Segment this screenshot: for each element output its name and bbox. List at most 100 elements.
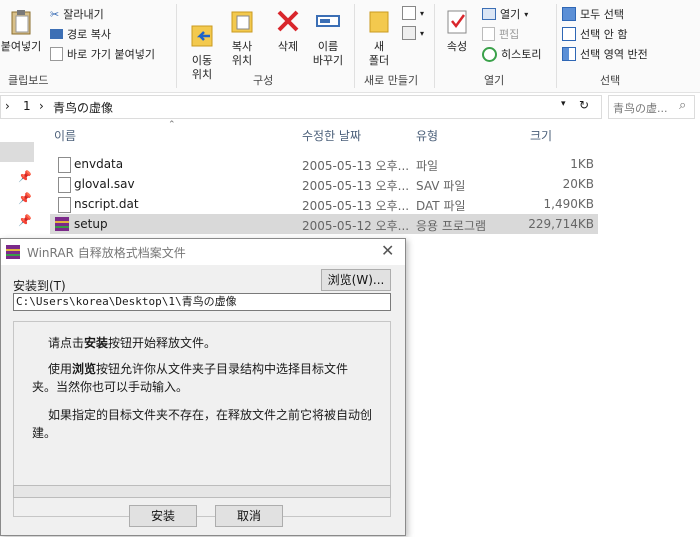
edit-icon	[482, 27, 495, 41]
refresh-icon[interactable]: ↻	[579, 98, 589, 112]
column-size[interactable]: 크기	[530, 127, 552, 144]
file-icon	[58, 177, 71, 193]
file-icon	[58, 197, 71, 213]
progress-bar	[13, 485, 391, 498]
breadcrumb-1[interactable]: 1	[23, 99, 31, 113]
file-row[interactable]: nscript.dat 2005-05-13 오후... DAT 파일 1,49…	[50, 194, 598, 214]
search-box[interactable]: 青鸟の虚... ⌕	[608, 95, 695, 119]
open-button[interactable]: 열기 ▾	[482, 6, 528, 22]
paste-button[interactable]: 붙여넣기	[0, 8, 42, 54]
column-modified[interactable]: 수정한 날짜	[302, 127, 361, 144]
file-type: SAV 파일	[416, 179, 466, 193]
history-button[interactable]: 히스토리	[482, 46, 541, 62]
chevron-right-icon: ›	[5, 99, 10, 113]
dropdown-icon: ▾	[420, 28, 425, 38]
easy-access-icon	[402, 26, 416, 40]
ribbon: 붙여넣기 ✂ 잘라내기 경로 복사 바로 가기 붙여넣기 클립보드 이동 위치 …	[0, 0, 700, 93]
paste-shortcut-label: 바로 가기 붙여넣기	[67, 48, 155, 61]
instruction-text: 按钮开始释放文件。	[108, 336, 217, 350]
open-icon	[482, 8, 496, 20]
instruction-bold: 安装	[84, 336, 109, 350]
select-none-icon	[562, 27, 576, 41]
column-type[interactable]: 유형	[416, 127, 438, 144]
easy-access-button[interactable]: ▾	[402, 26, 424, 40]
file-modified: 2005-05-13 오후...	[302, 159, 410, 173]
dropdown-icon: ▾	[524, 9, 529, 19]
open-label: 열기	[500, 8, 521, 21]
file-type: 응용 프로그램	[416, 219, 487, 233]
organize-group-label: 구성	[253, 74, 274, 87]
file-modified: 2005-05-13 오후...	[302, 179, 410, 193]
invert-selection-icon	[562, 47, 576, 61]
paste-shortcut-icon	[50, 47, 63, 61]
cut-label: 잘라내기	[63, 8, 104, 21]
select-all-button[interactable]: 모두 선택	[562, 6, 624, 22]
file-size: 1,490KB	[543, 197, 594, 211]
browse-button[interactable]: 浏览(W)...	[321, 269, 391, 291]
navigation-pane: 📌 📌 📌	[0, 122, 40, 242]
properties-check-icon	[447, 10, 467, 34]
separator	[556, 4, 557, 88]
install-path-input[interactable]: C:\Users\korea\Desktop\1\青鸟の虚像	[13, 293, 391, 311]
new-folder-label: 새 폴더	[368, 40, 390, 67]
file-row-selected[interactable]: setup 2005-05-12 오후... 응용 프로그램 229,714KB	[50, 214, 598, 234]
history-icon	[482, 46, 497, 62]
instruction-line-2: 使用浏览按钮允许你从文件夹子目录结构中选择目标文件夹。当然你也可以手动输入。	[32, 360, 372, 396]
file-modified: 2005-05-13 오후...	[302, 199, 410, 213]
move-folder-icon	[191, 25, 213, 47]
instruction-text: 请点击	[48, 336, 85, 350]
clipboard-icon	[11, 10, 31, 35]
dialog-title: WinRAR 自释放格式档案文件	[27, 246, 186, 260]
new-item-button[interactable]: ▾	[402, 6, 424, 20]
file-size: 229,714KB	[528, 217, 594, 231]
new-folder-icon	[369, 11, 389, 33]
paste-label: 붙여넣기	[0, 40, 42, 53]
delete-button[interactable]: 삭제	[270, 6, 306, 54]
copy-path-label: 경로 복사	[67, 28, 111, 41]
file-icon	[58, 157, 71, 173]
file-modified: 2005-05-12 오후...	[302, 219, 410, 233]
nav-selected-item[interactable]	[0, 142, 34, 162]
new-folder-button[interactable]: 새 폴더	[364, 6, 394, 68]
column-name[interactable]: 이름	[54, 127, 76, 144]
file-row[interactable]: gloval.sav 2005-05-13 오후... SAV 파일 20KB	[50, 174, 598, 194]
new-item-icon	[402, 6, 416, 20]
paste-shortcut-button[interactable]: 바로 가기 붙여넣기	[50, 46, 155, 62]
move-to-button[interactable]: 이동 위치	[182, 6, 222, 96]
copy-to-label: 복사 위치	[231, 40, 253, 67]
instruction-line-3: 如果指定的目标文件夹不存在，在释放文件之前它将被自动创建。	[32, 408, 373, 440]
chevron-right-icon: ›	[39, 99, 44, 113]
rename-label: 이름 바꾸기	[312, 40, 344, 67]
select-all-icon	[562, 7, 576, 21]
properties-button[interactable]: 속성	[440, 6, 474, 54]
edit-button[interactable]: 편집	[482, 26, 519, 42]
clipboard-group-label: 클립보드	[8, 74, 49, 87]
move-to-label: 이동 위치	[191, 54, 213, 81]
close-icon[interactable]: ✕	[381, 241, 394, 260]
separator	[354, 4, 355, 88]
select-none-label: 선택 안 함	[580, 28, 628, 41]
pin-icon[interactable]: 📌	[18, 214, 32, 227]
dropdown-icon: ▾	[420, 8, 425, 18]
rename-button[interactable]: 이름 바꾸기	[308, 6, 348, 68]
pin-icon[interactable]: 📌	[18, 170, 32, 183]
invert-selection-button[interactable]: 선택 영역 반전	[562, 46, 648, 62]
address-bar[interactable]: › 1 › 青鸟の虚像 ▾ ↻	[0, 95, 602, 119]
cut-button[interactable]: ✂ 잘라내기	[50, 6, 104, 22]
file-row[interactable]: envdata 2005-05-13 오후... 파일 1KB	[50, 154, 598, 174]
search-placeholder: 青鸟の虚...	[613, 102, 668, 115]
pin-icon[interactable]: 📌	[18, 192, 32, 205]
winrar-icon	[6, 245, 20, 259]
copy-path-button[interactable]: 경로 복사	[50, 26, 111, 42]
select-none-button[interactable]: 선택 안 함	[562, 26, 627, 42]
file-type: DAT 파일	[416, 199, 466, 213]
install-to-label: 安装到(T)	[13, 279, 66, 293]
rename-icon	[316, 15, 340, 27]
invert-selection-label: 선택 영역 반전	[580, 48, 648, 61]
dialog-titlebar[interactable]: WinRAR 自释放格式档案文件 ✕	[1, 239, 405, 265]
breadcrumb-folder[interactable]: 青鸟の虚像	[53, 99, 113, 116]
copy-to-button[interactable]: 복사 위치	[222, 6, 262, 68]
cancel-button[interactable]: 取消	[215, 505, 283, 527]
install-button[interactable]: 安装	[129, 505, 197, 527]
chevron-down-icon[interactable]: ▾	[561, 99, 566, 109]
